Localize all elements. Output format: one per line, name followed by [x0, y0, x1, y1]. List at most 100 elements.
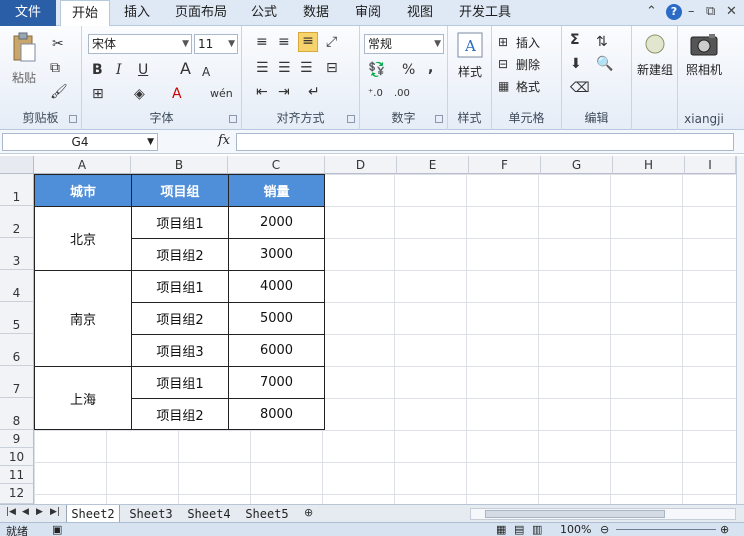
help-icon[interactable]: ? [666, 4, 682, 20]
border-icon[interactable]: ⊞ [92, 86, 104, 102]
sales-cell[interactable]: 8000 [228, 398, 325, 430]
alignment-launcher-icon[interactable] [347, 115, 355, 123]
tab-insert[interactable]: 插入 [114, 0, 160, 26]
comma-button[interactable]: , [428, 60, 433, 76]
align-center-icon[interactable]: ☰ [278, 60, 291, 76]
tab-home[interactable]: 开始 [60, 0, 110, 27]
column-header-d[interactable]: D [325, 156, 397, 174]
row-header-10[interactable]: 10 [0, 448, 34, 466]
clear-icon[interactable]: ⌫ [570, 80, 590, 96]
table-header-group[interactable]: 项目组 [131, 174, 229, 207]
row-header-9[interactable]: 9 [0, 430, 34, 448]
row-header-4[interactable]: 4 [0, 270, 34, 302]
name-box[interactable]: G4 ▼ [2, 133, 158, 151]
zoom-out-icon[interactable]: ⊖ [600, 523, 609, 536]
sheet-tab-sheet2[interactable]: Sheet2 [66, 505, 120, 523]
first-sheet-icon[interactable]: |◀ [6, 507, 16, 517]
group-cell[interactable]: 项目组2 [131, 398, 229, 430]
cut-icon[interactable]: ✂ [52, 36, 64, 52]
row-header-11[interactable]: 11 [0, 466, 34, 484]
row-header-7[interactable]: 7 [0, 366, 34, 398]
sheet-tab-sheet5[interactable]: Sheet5 [240, 505, 294, 523]
zoom-in-icon[interactable]: ⊕ [720, 523, 729, 536]
row-header-1[interactable]: 1 [0, 174, 34, 206]
align-right-icon[interactable]: ☰ [300, 60, 313, 76]
sort-filter-icon[interactable]: ⇅ [596, 34, 608, 50]
column-header-h[interactable]: H [613, 156, 685, 174]
copy-icon[interactable]: ⧉ [50, 60, 60, 76]
increase-decimal-icon[interactable]: ⁺.0 [368, 86, 383, 102]
merge-center-icon[interactable]: ⊟ [326, 60, 338, 76]
autosum-button[interactable]: Σ [570, 32, 580, 48]
currency-icon[interactable]: 💱 [368, 62, 385, 78]
fill-icon[interactable]: ⬇ [570, 56, 582, 72]
wrap-text-icon[interactable]: ↵ [308, 84, 320, 100]
insert-sheet-icon[interactable]: ⊕ [304, 506, 313, 519]
sales-cell[interactable]: 4000 [228, 270, 325, 303]
format-painter-icon[interactable]: 🖌 [50, 84, 68, 100]
insert-cells-button[interactable]: 插入 [516, 34, 540, 51]
sales-cell[interactable]: 5000 [228, 302, 325, 335]
camera-button[interactable]: 照相机 [682, 32, 726, 78]
sheet-tab-sheet4[interactable]: Sheet4 [182, 505, 236, 523]
vertical-scrollbar[interactable] [736, 156, 744, 504]
tab-review[interactable]: 审阅 [348, 0, 388, 26]
sales-cell[interactable]: 3000 [228, 238, 325, 271]
column-header-a[interactable]: A [34, 156, 131, 174]
city-cell-beijing[interactable]: 北京 [34, 206, 132, 271]
font-name-combo[interactable]: 宋体 ▼ [88, 34, 192, 54]
sheet-tab-sheet3[interactable]: Sheet3 [124, 505, 178, 523]
last-sheet-icon[interactable]: ▶| [50, 507, 60, 517]
font-launcher-icon[interactable] [229, 115, 237, 123]
number-format-combo[interactable]: 常规 ▼ [364, 34, 444, 54]
underline-button[interactable]: U [138, 62, 148, 78]
tab-view[interactable]: 视图 [400, 0, 440, 26]
font-size-combo[interactable]: 11 ▼ [194, 34, 238, 54]
row-header-5[interactable]: 5 [0, 302, 34, 334]
tab-formulas[interactable]: 公式 [244, 0, 284, 26]
group-cell[interactable]: 项目组2 [131, 302, 229, 335]
decrease-indent-icon[interactable]: ⇤ [256, 84, 268, 100]
percent-button[interactable]: % [402, 62, 415, 78]
grow-font-button[interactable]: A [180, 61, 191, 77]
page-layout-view-icon[interactable]: ▤ [514, 523, 524, 536]
paste-button[interactable]: 粘贴 [6, 32, 42, 86]
phonetic-guide-button[interactable]: wén [210, 86, 233, 102]
zoom-slider[interactable] [616, 529, 716, 530]
row-header-2[interactable]: 2 [0, 206, 34, 238]
row-header-12[interactable]: 12 [0, 484, 34, 504]
tab-file[interactable]: 文件 [0, 0, 56, 26]
horizontal-scroll-thumb[interactable] [485, 510, 665, 518]
align-bottom-icon[interactable]: ≡ [298, 32, 318, 52]
insert-function-button[interactable]: fx [218, 133, 230, 148]
sales-cell[interactable]: 2000 [228, 206, 325, 239]
group-cell[interactable]: 项目组1 [131, 366, 229, 399]
column-header-i[interactable]: I [685, 156, 736, 174]
group-cell[interactable]: 项目组3 [131, 334, 229, 367]
normal-view-icon[interactable]: ▦ [496, 523, 506, 536]
horizontal-scrollbar[interactable] [470, 508, 736, 520]
format-cells-button[interactable]: 格式 [516, 78, 540, 95]
tab-page-layout[interactable]: 页面布局 [168, 0, 234, 26]
table-header-sales[interactable]: 销量 [228, 174, 325, 207]
group-cell[interactable]: 项目组1 [131, 206, 229, 239]
find-select-icon[interactable]: 🔍 [596, 56, 613, 72]
shrink-font-button[interactable]: A [202, 64, 210, 80]
number-launcher-icon[interactable] [435, 115, 443, 123]
orientation-icon[interactable]: ⤢ [326, 34, 337, 50]
fill-color-icon[interactable]: ◈ [134, 86, 145, 102]
row-header-8[interactable]: 8 [0, 398, 34, 430]
formula-input[interactable] [236, 133, 734, 151]
column-header-e[interactable]: E [397, 156, 469, 174]
bold-button[interactable]: B [92, 62, 103, 78]
city-cell-nanjing[interactable]: 南京 [34, 270, 132, 367]
minimize-window-icon[interactable]: – [688, 4, 695, 19]
minimize-ribbon-icon[interactable]: ⌃ [646, 4, 657, 19]
row-header-3[interactable]: 3 [0, 238, 34, 270]
align-left-icon[interactable]: ☰ [256, 60, 269, 76]
prev-sheet-icon[interactable]: ◀ [22, 507, 29, 517]
tab-developer[interactable]: 开发工具 [452, 0, 518, 26]
group-cell[interactable]: 项目组1 [131, 270, 229, 303]
city-cell-shanghai[interactable]: 上海 [34, 366, 132, 430]
delete-cells-button[interactable]: 删除 [516, 56, 540, 73]
